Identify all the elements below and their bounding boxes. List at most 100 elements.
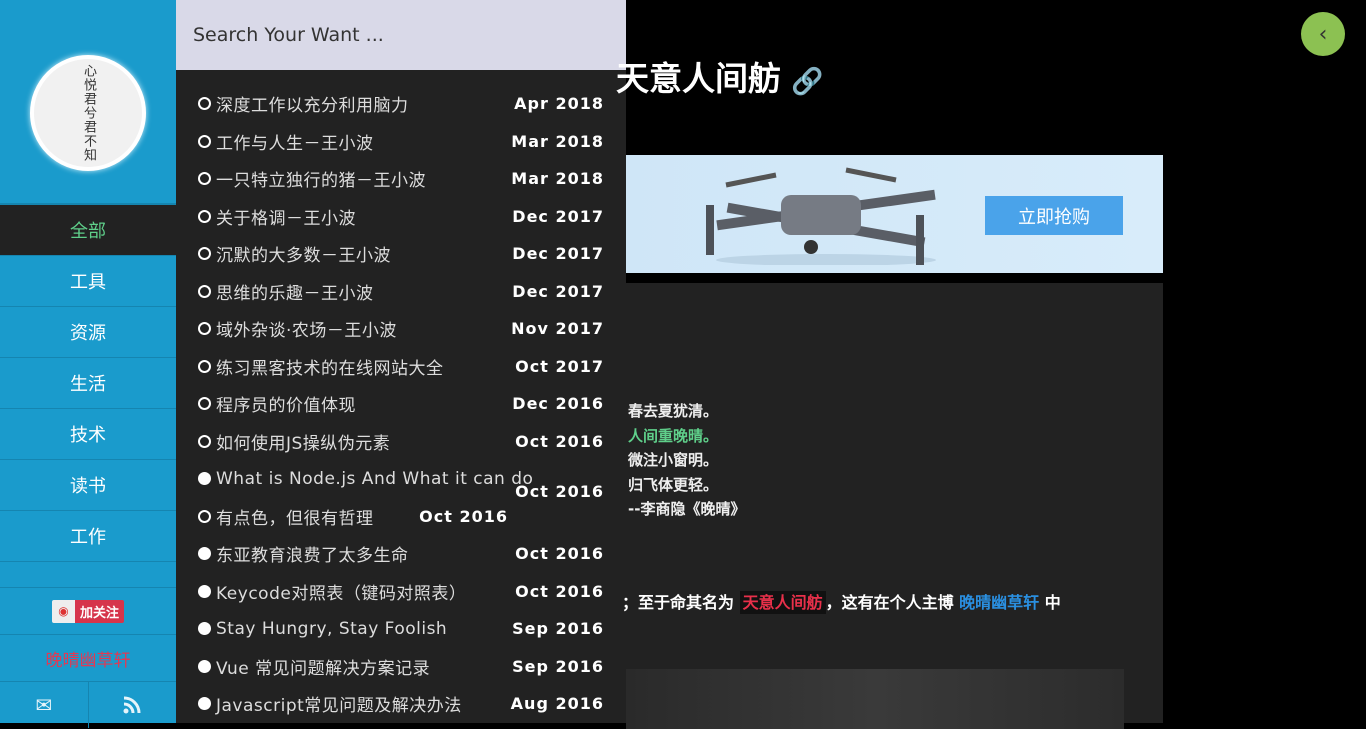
result-title: Vue 常见问题解决方案记录 (216, 658, 431, 679)
avatar-calligraphy: 心悦君兮君不知 (81, 64, 96, 162)
result-date: Aug 2016 (510, 694, 604, 714)
bullet-icon (198, 322, 211, 336)
search-panel: 深度工作以充分利用脑力Apr 2018工作与人生－王小波Mar 2018一只特立… (176, 0, 626, 723)
result-title: 域外杂谈·农场－王小波 (216, 321, 397, 342)
sidebar-item-work[interactable]: 工作 (0, 511, 176, 562)
site-name-link[interactable]: 晚晴幽草轩 (0, 635, 176, 682)
search-result-item[interactable]: 程序员的价值体现 Dec 2016 (176, 385, 626, 423)
poem-attribution: --李商隐《晚晴》 (628, 500, 746, 518)
bullet-icon (198, 397, 211, 411)
search-result-item[interactable]: 有点色，但很有哲理 Oct 2016 (176, 498, 626, 536)
sidebar-item-all[interactable]: 全部 (0, 205, 176, 256)
result-title: 如何使用JS操纵伪元素 (216, 433, 391, 454)
search-result-item[interactable]: 如何使用JS操纵伪元素 Oct 2016 (176, 423, 626, 461)
link-icon[interactable]: 🔗 (791, 67, 823, 97)
result-date: Sep 2016 (512, 619, 604, 639)
bullet-icon (198, 209, 211, 223)
bullet-icon (198, 697, 211, 711)
search-result-item[interactable]: 域外杂谈·农场－王小波 Nov 2017 (176, 310, 626, 348)
result-date: Dec 2017 (512, 244, 604, 264)
avatar[interactable]: 心悦君兮君不知 (30, 55, 146, 171)
bullet-icon (198, 434, 211, 448)
mail-icon[interactable]: ✉ (0, 682, 89, 728)
result-date: Oct 2016 (419, 506, 508, 526)
search-result-item[interactable]: What is Node.js And What it can do Oct 20… (176, 460, 626, 501)
blog-link[interactable]: 晚晴幽草轩 (959, 593, 1039, 612)
drone-image (706, 167, 936, 265)
sidebar-item-life[interactable]: 生活 (0, 358, 176, 409)
search-results: 深度工作以充分利用脑力 Apr 2018 工作与人生－王小波 Mar 2018 一只特立… (176, 70, 626, 723)
result-title: Keycode对照表（键码对照表） (216, 583, 467, 604)
result-date: Apr 2018 (514, 94, 604, 114)
search-result-item[interactable]: 东亚教育浪费了太多生命 Oct 2016 (176, 535, 626, 573)
result-title: 深度工作以充分利用脑力 (216, 96, 409, 117)
bullet-icon (198, 359, 211, 373)
highlight-name: 天意人间舫 (739, 591, 826, 614)
result-date: Dec 2017 (512, 281, 604, 301)
search-result-item[interactable]: 一只特立独行的猪－王小波 Mar 2018 (176, 160, 626, 198)
bullet-icon (198, 284, 211, 298)
result-title: Stay Hungry, Stay Foolish (216, 618, 448, 639)
search-result-item[interactable]: 关于格调－王小波 Dec 2017 (176, 198, 626, 236)
result-title: Javascript常见问题及解决办法 (216, 696, 462, 717)
sidebar-item-resources[interactable]: 资源 (0, 307, 176, 358)
result-title: 思维的乐趣－王小波 (216, 283, 374, 304)
result-title: 东亚教育浪费了太多生命 (216, 546, 409, 567)
search-result-item[interactable]: Stay Hungry, Stay Foolish Sep 2016 (176, 610, 626, 648)
bullet-icon (198, 247, 211, 261)
article-image (626, 669, 1124, 729)
poem-line: 人间重晚晴。 (628, 426, 719, 445)
search-result-item[interactable]: 练习黑客技术的在线网站大全 Oct 2017 (176, 348, 626, 386)
search-result-item[interactable]: 工作与人生－王小波 Mar 2018 (176, 123, 626, 161)
sidebar-item-tech[interactable]: 技术 (0, 409, 176, 460)
search-result-item[interactable]: Vue 常见问题解决方案记录 Sep 2016 (176, 648, 626, 686)
result-date: Dec 2016 (512, 394, 604, 414)
result-title: 练习黑客技术的在线网站大全 (216, 358, 444, 379)
result-title: 沉默的大多数－王小波 (216, 246, 391, 267)
poem-line: 微注小窗明。 (628, 451, 719, 469)
buy-now-button[interactable]: 立即抢购 (985, 196, 1123, 235)
back-button[interactable]: ‹ (1301, 12, 1345, 56)
result-title: 关于格调－王小波 (216, 208, 356, 229)
rss-icon[interactable] (89, 682, 177, 728)
weibo-follow-button[interactable]: ◉ 加关注 (51, 599, 124, 623)
intro-paragraph: ；至于命其名为 天意人间舫 ，这有在个人主博 晚晴幽草轩 中 (622, 591, 1061, 614)
result-date: Mar 2018 (511, 169, 604, 189)
bullet-icon (198, 172, 211, 186)
search-result-item[interactable]: Javascript常见问题及解决办法 Aug 2016 (176, 685, 626, 723)
bullet-icon (198, 97, 211, 111)
bullet-icon (198, 584, 211, 598)
search-result-item[interactable]: 深度工作以充分利用脑力 Apr 2018 (176, 85, 626, 123)
bullet-icon (198, 659, 211, 673)
result-date: Oct 2016 (515, 544, 604, 564)
search-result-item[interactable]: 沉默的大多数－王小波 Dec 2017 (176, 235, 626, 273)
sidebar-item-reading[interactable]: 读书 (0, 460, 176, 511)
bullet-icon (198, 547, 211, 561)
search-result-item[interactable]: 思维的乐趣－王小波 Dec 2017 (176, 273, 626, 311)
avatar-area: 心悦君兮君不知 (0, 0, 176, 205)
search-input[interactable] (176, 0, 626, 70)
poem-line: 归飞体更轻。 (628, 475, 719, 494)
post-title: 天意人间舫 🔗 (616, 59, 824, 98)
search-result-item[interactable]: Keycode对照表（键码对照表） Oct 2016 (176, 573, 626, 611)
result-date: Sep 2016 (512, 656, 604, 676)
sidebar-item-tools[interactable]: 工具 (0, 256, 176, 307)
main-content: 天意人间舫 🔗 立即抢购 春去夏犹清。 人间重晚晴。 微注小窗明。 归飞体更轻。 … (616, 0, 1366, 729)
result-date: Nov 2017 (511, 319, 604, 339)
bullet-icon (198, 509, 211, 523)
weibo-icon: ◉ (51, 599, 75, 623)
result-title: 程序员的价值体现 (216, 396, 356, 417)
result-date: Mar 2018 (511, 131, 604, 151)
chevron-left-icon: ‹ (1318, 21, 1328, 47)
poem: 春去夏犹清。 人间重晚晴。 微注小窗明。 归飞体更轻。 --李商隐《晚晴》 (628, 399, 745, 522)
result-title: 有点色，但很有哲理 (216, 508, 374, 529)
result-date: Oct 2016 (515, 431, 604, 451)
result-title: 工作与人生－王小波 (216, 133, 374, 154)
bullet-icon (198, 134, 211, 148)
sidebar-spacer (0, 562, 176, 588)
result-date: Oct 2016 (515, 581, 604, 601)
result-title: 一只特立独行的猪－王小波 (216, 171, 426, 192)
ad-banner[interactable]: 立即抢购 (626, 155, 1163, 273)
sidebar: 心悦君兮君不知 全部 工具 资源 生活 技术 读书 工作 ◉ 加关注 晚晴幽草轩… (0, 0, 176, 728)
article-body: 春去夏犹清。 人间重晚晴。 微注小窗明。 归飞体更轻。 --李商隐《晚晴》 ；至… (622, 283, 1163, 729)
